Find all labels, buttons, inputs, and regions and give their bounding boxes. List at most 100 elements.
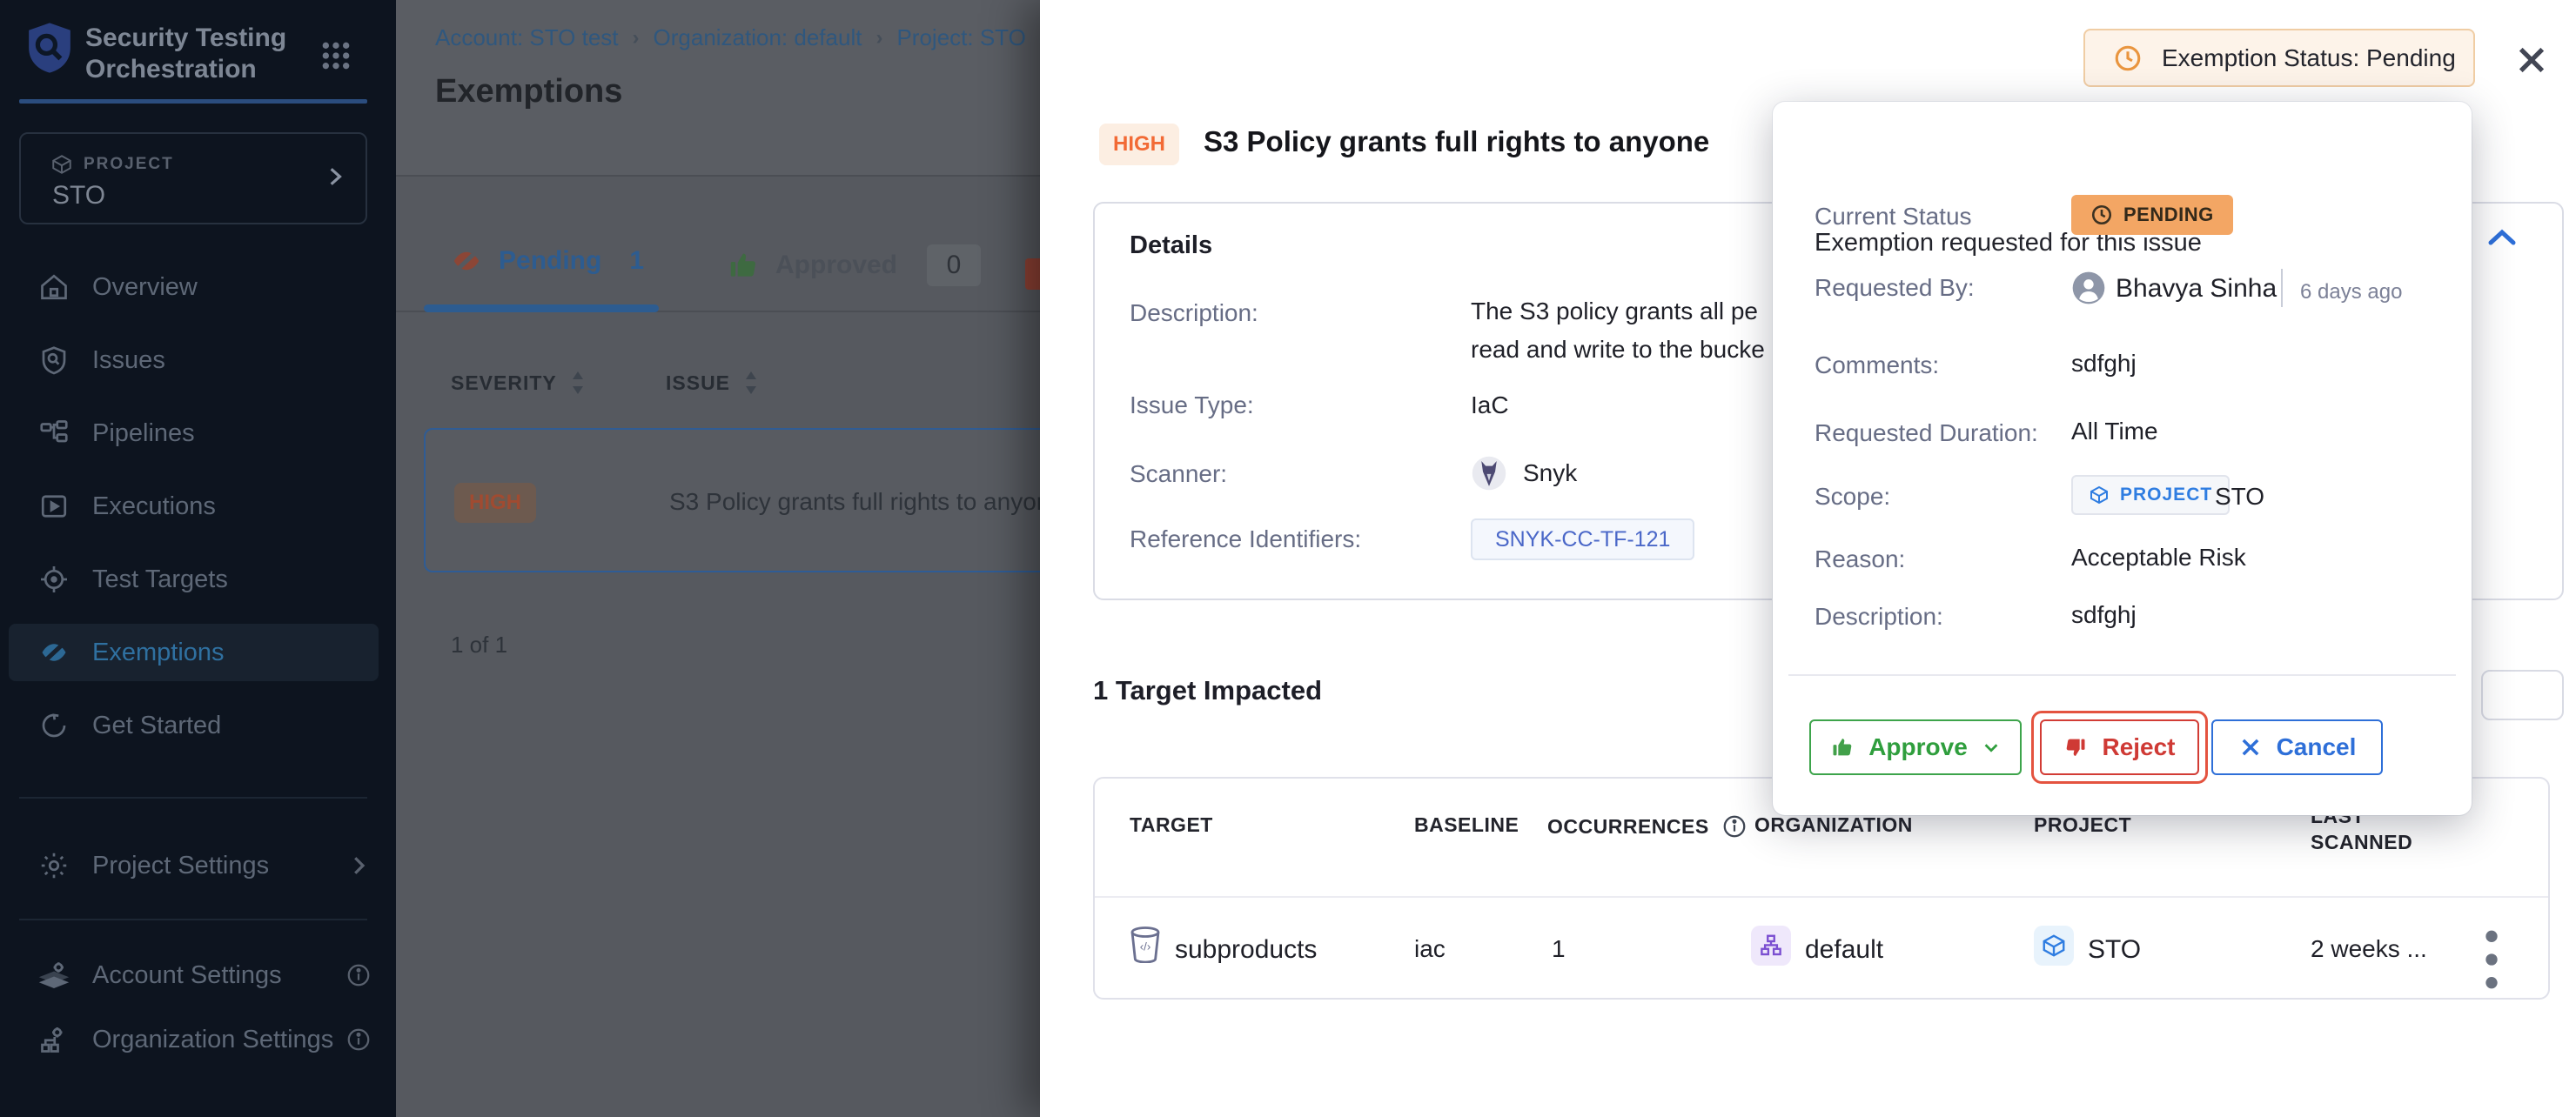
breadcrumb-account[interactable]: Account: STO test [435, 24, 619, 51]
occurrences-column-header: OCCURRENCES [1547, 813, 1748, 839]
project-cube-icon [2034, 926, 2074, 966]
targets-heading: 1 Target Impacted [1093, 675, 1322, 706]
reference-id-chip[interactable]: SNYK-CC-TF-121 [1471, 518, 1694, 560]
scope-label: Scope: [1815, 483, 1890, 511]
table-divider [1095, 896, 2548, 898]
sidebar-item-overview[interactable]: Overview [0, 258, 396, 316]
sidebar-item-issues[interactable]: Issues [0, 331, 396, 389]
sidebar-accent-divider [19, 99, 367, 104]
breadcrumb[interactable]: Account: STO test › Organization: defaul… [435, 24, 1026, 51]
description-value-line2: read and write to the bucke [1471, 336, 1765, 364]
sort-icon[interactable] [742, 370, 760, 396]
issue-column-header[interactable]: ISSUE [666, 370, 760, 396]
sidebar-divider [19, 919, 367, 920]
avatar-icon [2071, 271, 2106, 305]
issue-title: S3 Policy grants full rights to anyone [669, 430, 1063, 574]
project-selector-label: PROJECT [84, 155, 174, 174]
pagination-label: 1 of 1 [451, 632, 507, 659]
target-name[interactable]: subproducts [1175, 935, 1317, 965]
popup-divider [1788, 674, 2456, 676]
issues-table-header: SEVERITY ISSUE [396, 370, 1040, 408]
tab-approved[interactable]: Approved 0 [727, 244, 981, 286]
sidebar-item-get-started[interactable]: Get Started [0, 697, 396, 754]
sidebar-item-executions[interactable]: Executions [0, 478, 396, 535]
close-icon[interactable] [2513, 42, 2550, 78]
tab-rejected-cut-icon[interactable] [1025, 258, 1040, 290]
description-value-line1: The S3 policy grants all pe [1471, 298, 1758, 325]
description-label: Description: [1815, 603, 1943, 631]
gear-icon [38, 850, 70, 881]
cube-icon [50, 153, 73, 176]
comments-label: Comments: [1815, 351, 1939, 379]
sto-shield-logo-icon [24, 21, 75, 75]
exemption-status-button[interactable]: Exemption Status: Pending [2083, 29, 2475, 87]
comments-value: sdfghj [2071, 350, 2137, 378]
description-value: sdfghj [2071, 601, 2137, 629]
requested-by-label: Requested By: [1815, 274, 1975, 302]
requested-ago: 6 days ago [2300, 280, 2402, 304]
breadcrumb-organization[interactable]: Organization: default [654, 24, 862, 51]
target-icon [38, 564, 70, 595]
page-header: Account: STO test › Organization: defaul… [396, 0, 1040, 177]
breadcrumb-separator: › [875, 26, 882, 50]
sidebar-item-pipelines[interactable]: Pipelines [0, 405, 396, 462]
breadcrumb-project[interactable]: Project: STO [896, 24, 1025, 51]
reason-label: Reason: [1815, 545, 1905, 573]
sidebar-item-account-settings[interactable]: Account Settings [0, 946, 396, 1004]
module-grid-icon[interactable] [319, 38, 353, 73]
chevron-right-icon [324, 165, 346, 188]
thumbs-down-icon [2063, 735, 2088, 759]
reject-button[interactable]: Reject [2040, 719, 2199, 775]
last-scanned-value: 2 weeks ... [2311, 935, 2427, 963]
reason-value: Acceptable Risk [2071, 544, 2246, 572]
project-selector-value: STO [52, 181, 105, 211]
sort-icon[interactable] [569, 370, 587, 396]
eye-off-icon [450, 244, 483, 278]
sidebar: Security Testing Orchestration PROJECT S… [0, 0, 396, 1117]
pending-status-badge: PENDING [2071, 195, 2233, 235]
project-column-header: PROJECT [2034, 813, 2131, 837]
approve-button[interactable]: Approve [1809, 719, 2022, 775]
row-menu-kebab-icon[interactable] [2474, 925, 2509, 967]
scope-value: STO [2215, 483, 2264, 511]
sidebar-item-project-settings[interactable]: Project Settings [0, 837, 396, 894]
search-input-fragment[interactable] [2481, 670, 2564, 720]
exemptions-page-dimmed: Account: STO test › Organization: defaul… [396, 0, 1040, 1117]
get-started-icon [38, 710, 70, 741]
scanner-label: Scanner: [1130, 460, 1227, 488]
project-selector[interactable]: PROJECT STO [19, 132, 367, 224]
svg-text:‹/›: ‹/› [1140, 940, 1151, 953]
severity-column-header[interactable]: SEVERITY [451, 370, 587, 396]
chevron-down-icon [1982, 738, 2001, 757]
close-icon [2238, 735, 2263, 759]
issue-type-value: IaC [1471, 391, 1509, 419]
collapse-chevron-up-icon[interactable] [2487, 228, 2517, 247]
occurrences-value: 1 [1552, 935, 1566, 963]
sidebar-item-exemptions[interactable]: Exemptions [9, 624, 379, 681]
sidebar-item-test-targets[interactable]: Test Targets [0, 551, 396, 608]
info-icon[interactable] [1721, 813, 1748, 839]
breadcrumb-separator: › [633, 26, 640, 50]
cube-icon [2089, 485, 2110, 505]
baseline-column-header: BASELINE [1414, 813, 1519, 837]
thumbs-up-icon [727, 249, 760, 282]
current-status-label: Current Status [1815, 203, 1972, 231]
app-canvas: Security Testing Orchestration PROJECT S… [0, 0, 2576, 1117]
info-icon [345, 1027, 372, 1053]
sidebar-item-organization-settings[interactable]: Organization Settings [0, 1011, 396, 1068]
cancel-button[interactable]: Cancel [2211, 719, 2383, 775]
issue-row-selected[interactable]: HIGH S3 Policy grants full rights to any… [424, 428, 1050, 572]
exemption-tabs: Pending 1 Approved 0 [396, 177, 1040, 312]
baseline-value: iac [1414, 935, 1446, 963]
description-label: Description: [1130, 299, 1258, 327]
approved-count: 0 [927, 244, 981, 286]
clock-icon [2113, 43, 2143, 73]
info-icon [345, 962, 372, 988]
target-column-header: TARGET [1130, 813, 1213, 837]
layers-gear-icon [38, 960, 70, 991]
thumbs-up-icon [1830, 735, 1855, 759]
tab-pending[interactable]: Pending 1 [450, 244, 644, 278]
issue-detail-title: S3 Policy grants full rights to anyone [1204, 125, 1709, 158]
shield-search-icon [38, 344, 70, 376]
details-heading: Details [1130, 231, 1212, 260]
